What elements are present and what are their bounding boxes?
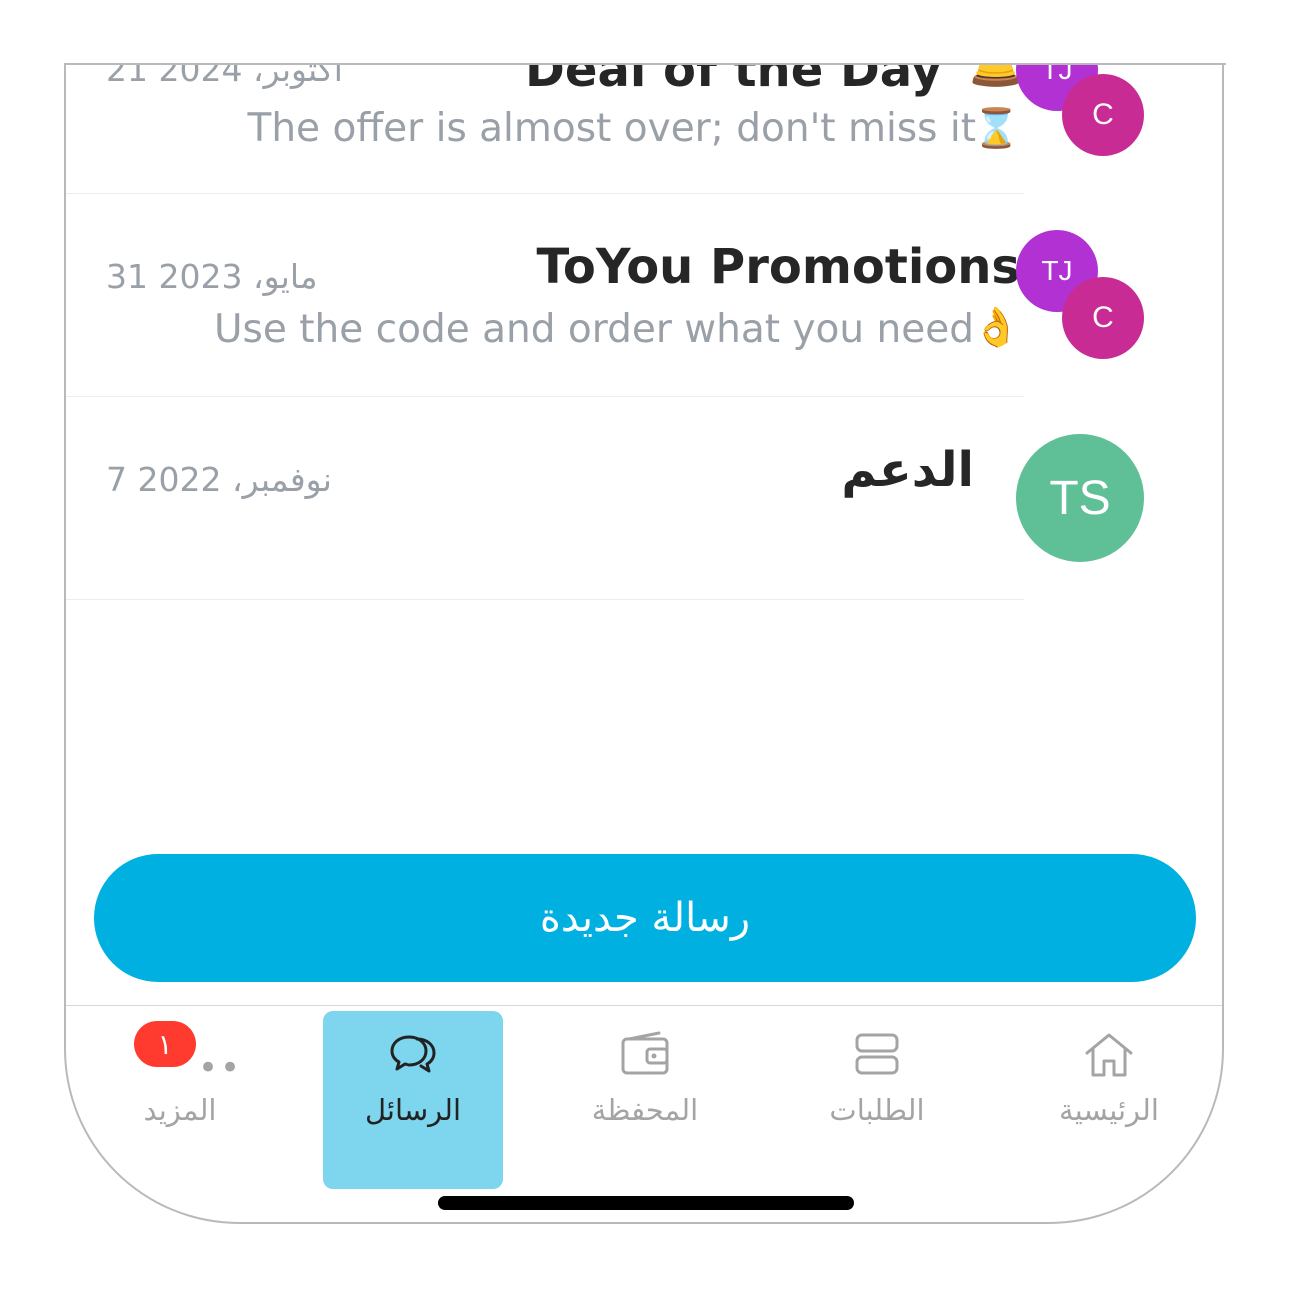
hourglass-emoji-icon: ⌛: [972, 106, 1020, 150]
tab-label: الرسائل: [364, 1093, 462, 1127]
orders-icon: [855, 1033, 899, 1075]
tab-home[interactable]: الرئيسية: [1019, 1011, 1199, 1189]
message-row[interactable]: الدعم 7 نوفمبر، 2022: [66, 396, 1024, 600]
tab-label: الطلبات: [829, 1093, 925, 1127]
message-row[interactable]: Deal of the Day 🛎️ 21 أكتوبر، 2024 The o…: [66, 64, 1024, 194]
avatar: C: [1062, 74, 1144, 156]
tab-more[interactable]: ١ •• المزيد: [90, 1011, 270, 1189]
home-icon: [1085, 1033, 1133, 1077]
frame-top-edge: [64, 63, 1226, 65]
ok-hand-emoji-icon: 👌: [972, 305, 1020, 349]
bell-emoji-icon: 🛎️: [969, 64, 1022, 91]
tab-label: المحفظة: [591, 1093, 699, 1127]
phone-frame: Deal of the Day 🛎️ 21 أكتوبر، 2024 The o…: [64, 64, 1224, 1224]
message-date: 21 أكتوبر، 2024: [106, 64, 343, 89]
avatar: TS: [1016, 434, 1144, 562]
message-title: Deal of the Day: [525, 64, 942, 98]
tab-orders[interactable]: الطلبات: [787, 1011, 967, 1189]
messages-icon: [390, 1035, 436, 1073]
message-date: 7 نوفمبر، 2022: [106, 460, 332, 499]
tab-label: الرئيسية: [1059, 1093, 1159, 1127]
tab-label: المزيد: [143, 1093, 217, 1127]
tab-messages[interactable]: الرسائل: [323, 1011, 503, 1189]
avatar: C: [1062, 277, 1144, 359]
home-indicator: [438, 1196, 854, 1210]
message-preview: Use the code and order what you need: [214, 307, 974, 352]
wallet-icon: [621, 1031, 669, 1075]
bottom-tab-bar: ١ •• المزيد الرسائل المحفظة الطلبات الرئ…: [66, 1005, 1222, 1222]
notification-badge: ١: [134, 1021, 196, 1067]
message-date: 31 مايو، 2023: [106, 257, 318, 296]
message-row[interactable]: ToYou Promotions 31 مايو، 2023 Use the c…: [66, 193, 1024, 397]
tab-wallet[interactable]: المحفظة: [555, 1011, 735, 1189]
more-icon: ••: [198, 1048, 243, 1088]
message-preview: The offer is almost over; don't miss it: [247, 106, 976, 151]
message-title: ToYou Promotions: [536, 239, 1021, 295]
message-title: الدعم: [841, 442, 974, 498]
new-message-button[interactable]: رسالة جديدة: [94, 854, 1196, 982]
